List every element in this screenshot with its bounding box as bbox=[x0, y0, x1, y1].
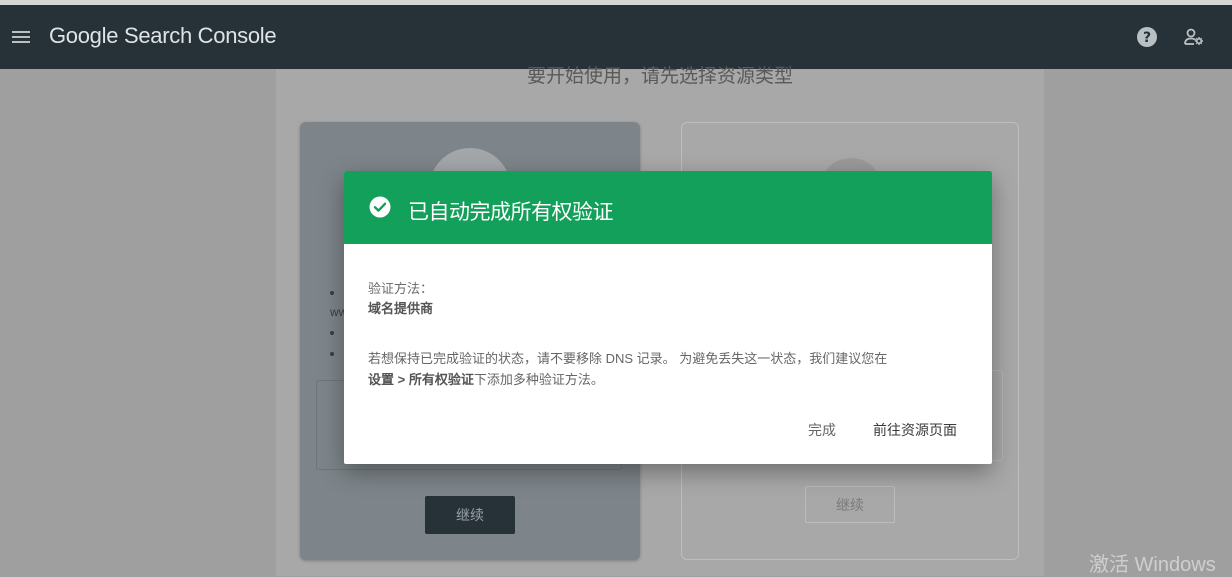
done-button[interactable]: 完成 bbox=[796, 417, 848, 443]
go-to-property-button[interactable]: 前往资源页面 bbox=[862, 417, 968, 443]
app-title-product: Search Console bbox=[123, 23, 277, 48]
verification-method-value: 域名提供商 bbox=[368, 301, 434, 316]
list-bullet bbox=[330, 331, 334, 335]
app-title[interactable]: Google Search Console bbox=[49, 23, 277, 49]
list-bullet bbox=[330, 291, 334, 295]
dialog-header: 已自动完成所有权验证 bbox=[344, 171, 992, 244]
hamburger-menu-icon[interactable] bbox=[9, 25, 33, 49]
url-prefix-continue-button[interactable]: 继续 bbox=[805, 486, 895, 523]
dialog-title: 已自动完成所有权验证 bbox=[408, 200, 614, 224]
verification-success-dialog: 已自动完成所有权验证 验证方法： 域名提供商 若想保持已完成验证的状态，请不要移… bbox=[344, 171, 992, 464]
verification-info-text: 若想保持已完成验证的状态，请不要移除 DNS 记录。 为避免丢失这一状态，我们建… bbox=[368, 348, 974, 390]
info-text-part2: 下添加多种验证方法。 bbox=[473, 372, 604, 387]
windows-activation-watermark: 激活 Windows bbox=[1089, 554, 1216, 576]
domain-continue-button[interactable]: 继续 bbox=[425, 496, 515, 534]
manage-account-icon[interactable] bbox=[1183, 26, 1205, 48]
help-circle-icon[interactable]: ? bbox=[1136, 26, 1158, 48]
svg-text:?: ? bbox=[1143, 30, 1151, 46]
list-bullet bbox=[330, 352, 334, 356]
page-heading: 要开始使用，请先选择资源类型 bbox=[526, 66, 793, 87]
app-header: Google Search Console ? bbox=[0, 5, 1232, 69]
settings-path-text: 设置 > 所有权验证 bbox=[368, 372, 474, 387]
info-text-part1: 若想保持已完成验证的状态，请不要移除 DNS 记录。 为避免丢失这一状态，我们建… bbox=[368, 351, 888, 366]
check-circle-icon bbox=[369, 196, 391, 218]
verification-method-label: 验证方法： bbox=[368, 281, 434, 296]
app-title-brand: Google bbox=[49, 23, 119, 48]
